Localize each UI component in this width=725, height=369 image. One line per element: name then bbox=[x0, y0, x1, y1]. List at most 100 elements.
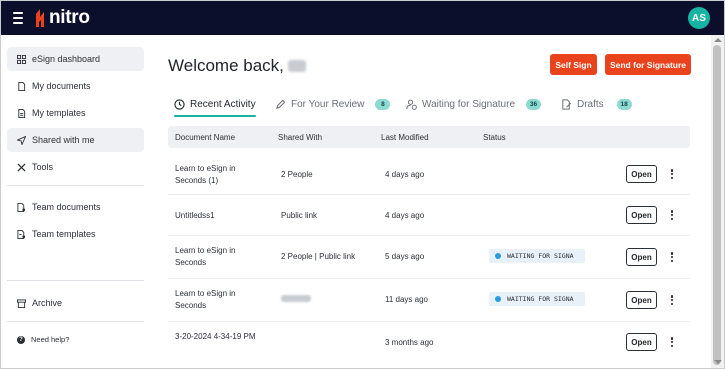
help-label: Need help? bbox=[31, 335, 70, 344]
sidebar: eSign dashboard My documents My template… bbox=[1, 35, 151, 368]
sidebar-item-tools[interactable]: Tools bbox=[7, 155, 144, 179]
scrollbar-thumb[interactable] bbox=[713, 45, 721, 365]
document-name[interactable]: Learn to eSign in Seconds bbox=[175, 288, 265, 312]
column-header-shared-with[interactable]: Shared With bbox=[278, 133, 322, 142]
template-icon bbox=[17, 108, 26, 118]
table-row[interactable]: 3-20-2024 4-34-19 PM 3 months ago Open bbox=[168, 322, 690, 364]
archive-icon bbox=[17, 298, 26, 308]
user-avatar[interactable]: AS bbox=[688, 7, 710, 29]
sidebar-item-team-documents[interactable]: Team documents bbox=[7, 195, 144, 219]
shared-with: Public link bbox=[281, 211, 318, 220]
document-name[interactable]: 3-20-2024 4-34-19 PM bbox=[175, 331, 265, 343]
tab-for-your-review[interactable]: For Your Review 8 bbox=[275, 93, 391, 115]
sidebar-item-label: Team templates bbox=[32, 229, 96, 239]
grid-icon bbox=[17, 54, 26, 64]
welcome-text: Welcome back, bbox=[168, 56, 284, 75]
pen-icon bbox=[275, 99, 286, 110]
more-options-icon[interactable] bbox=[669, 294, 675, 306]
table-row[interactable]: Learn to eSign in Seconds (1) 2 People 4… bbox=[168, 154, 690, 194]
sidebar-divider bbox=[7, 280, 144, 281]
open-button[interactable]: Open bbox=[626, 206, 657, 224]
open-button[interactable]: Open bbox=[626, 165, 657, 183]
hamburger-menu-icon[interactable] bbox=[13, 12, 23, 24]
column-header-status[interactable]: Status bbox=[483, 133, 506, 142]
need-help-link[interactable]: ? Need help? bbox=[17, 335, 69, 344]
last-modified: 3 months ago bbox=[385, 338, 434, 347]
open-button[interactable]: Open bbox=[626, 248, 657, 266]
document-name[interactable]: Untitledss1 bbox=[175, 211, 215, 220]
main-content: Welcome back, Self Sign Send for Signatu… bbox=[151, 35, 711, 368]
tab-label: Drafts bbox=[577, 98, 604, 110]
column-header-document-name[interactable]: Document Name bbox=[175, 133, 235, 142]
shared-with-redacted bbox=[281, 295, 311, 304]
send-icon bbox=[17, 135, 26, 145]
sidebar-item-label: Archive bbox=[32, 298, 63, 308]
shared-with: 2 People bbox=[281, 170, 313, 179]
top-bar: nitro AS bbox=[1, 1, 724, 35]
document-icon bbox=[17, 81, 26, 91]
redacted-shared-with bbox=[281, 295, 311, 302]
sidebar-item-my-templates[interactable]: My templates bbox=[7, 101, 144, 125]
nitro-flame-icon bbox=[36, 9, 44, 27]
sidebar-item-label: Shared with me bbox=[32, 135, 95, 145]
tab-waiting-for-signature[interactable]: Waiting for Signature 36 bbox=[406, 93, 542, 115]
vertical-scrollbar[interactable] bbox=[711, 35, 724, 368]
tab-label: For Your Review bbox=[291, 98, 365, 110]
redacted-user-name bbox=[287, 60, 306, 72]
more-options-icon[interactable] bbox=[669, 209, 675, 221]
sidebar-item-label: eSign dashboard bbox=[32, 54, 101, 64]
scroll-down-arrow-icon[interactable] bbox=[714, 360, 722, 364]
status-badge: WAITING FOR SIGNA bbox=[489, 249, 585, 263]
status-dot-icon bbox=[495, 253, 501, 259]
more-options-icon[interactable] bbox=[669, 251, 675, 263]
sidebar-item-label: My documents bbox=[32, 81, 91, 91]
table-header: Document Name Shared With Last Modified … bbox=[168, 126, 690, 148]
tab-recent-activity[interactable]: Recent Activity bbox=[174, 93, 256, 117]
sidebar-divider bbox=[7, 321, 144, 322]
sidebar-item-shared-with-me[interactable]: Shared with me bbox=[7, 128, 144, 152]
last-modified: 4 days ago bbox=[385, 170, 425, 179]
open-button[interactable]: Open bbox=[626, 333, 657, 351]
status-dot-icon bbox=[495, 296, 501, 302]
last-modified: 11 days ago bbox=[385, 295, 428, 304]
last-modified: 5 days ago bbox=[385, 252, 425, 261]
shared-with: 2 People | Public link bbox=[281, 252, 356, 261]
table-row[interactable]: Learn to eSign in Seconds 11 days ago WA… bbox=[168, 279, 690, 321]
table-row[interactable]: Learn to eSign in Seconds 2 People | Pub… bbox=[168, 236, 690, 278]
tab-label: Waiting for Signature bbox=[422, 98, 516, 110]
table-row[interactable]: Untitledss1 Public link 4 days ago Open bbox=[168, 195, 690, 235]
drafts-count-badge: 18 bbox=[616, 98, 632, 110]
team-document-icon bbox=[17, 202, 26, 212]
team-template-icon bbox=[17, 229, 26, 239]
sidebar-item-label: My templates bbox=[32, 108, 86, 118]
user-clock-icon bbox=[406, 99, 417, 110]
more-options-icon[interactable] bbox=[669, 168, 675, 180]
tab-drafts[interactable]: Drafts 18 bbox=[561, 93, 632, 115]
document-name[interactable]: Learn to eSign in Seconds (1) bbox=[175, 163, 265, 187]
send-for-signature-button[interactable]: Send for Signature bbox=[605, 54, 691, 75]
review-count-badge: 8 bbox=[375, 98, 391, 110]
sidebar-divider bbox=[7, 185, 144, 186]
status-badge: WAITING FOR SIGNA bbox=[489, 292, 585, 306]
column-header-last-modified[interactable]: Last Modified bbox=[381, 133, 429, 142]
draft-icon bbox=[561, 98, 572, 110]
open-button[interactable]: Open bbox=[626, 291, 657, 309]
sidebar-item-label: Tools bbox=[32, 162, 54, 172]
sidebar-item-archive[interactable]: Archive bbox=[7, 291, 144, 315]
tab-label: Recent Activity bbox=[190, 98, 256, 110]
clock-icon bbox=[174, 98, 185, 110]
scroll-up-arrow-icon[interactable] bbox=[714, 38, 722, 42]
tools-icon bbox=[17, 162, 26, 172]
help-icon: ? bbox=[17, 335, 25, 344]
status-text: WAITING FOR SIGNA bbox=[507, 252, 574, 260]
sidebar-item-label: Team documents bbox=[32, 202, 101, 212]
self-sign-button[interactable]: Self Sign bbox=[550, 54, 597, 75]
sidebar-item-team-templates[interactable]: Team templates bbox=[7, 222, 144, 246]
nitro-logo[interactable]: nitro bbox=[33, 7, 90, 29]
sidebar-item-my-documents[interactable]: My documents bbox=[7, 74, 144, 98]
more-options-icon[interactable] bbox=[669, 336, 675, 348]
document-name[interactable]: Learn to eSign in Seconds bbox=[175, 245, 265, 269]
tab-bar: Recent Activity For Your Review 8 Waitin… bbox=[168, 93, 688, 117]
waiting-count-badge: 36 bbox=[526, 98, 542, 110]
sidebar-item-esign-dashboard[interactable]: eSign dashboard bbox=[7, 47, 144, 71]
